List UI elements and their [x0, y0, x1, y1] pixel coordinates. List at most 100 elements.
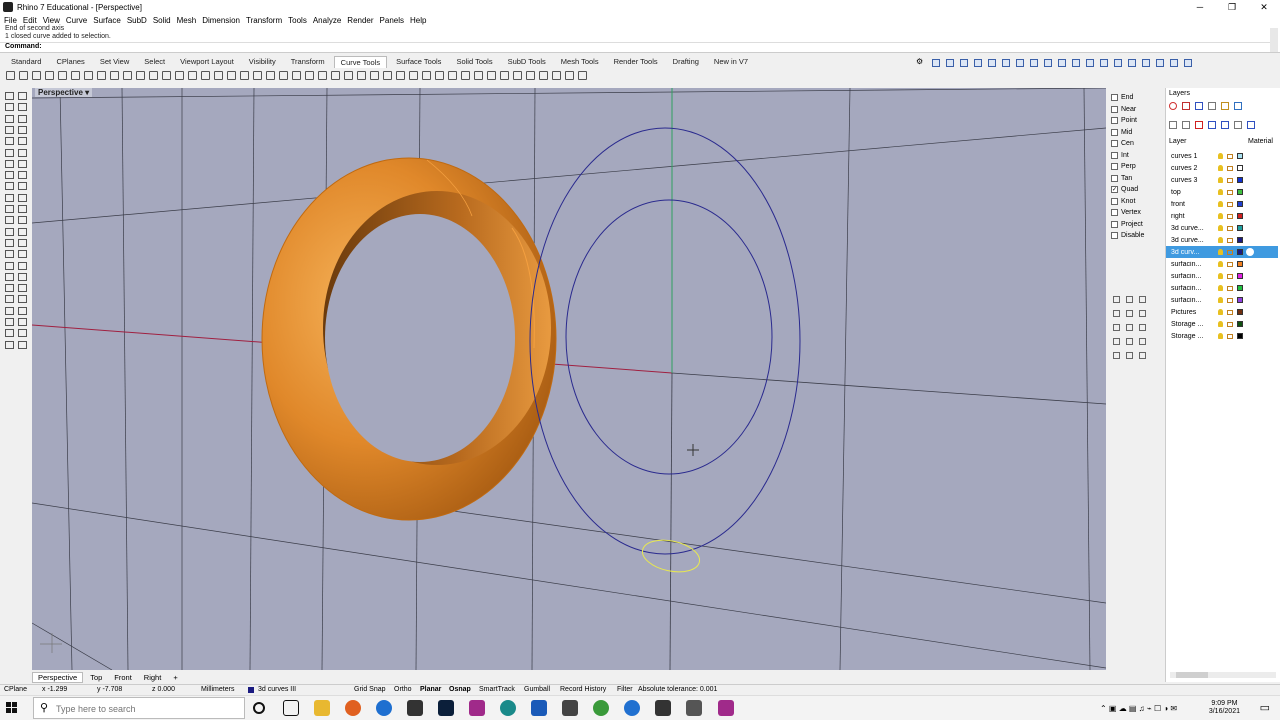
osnap-vertex[interactable]: Vertex — [1111, 209, 1141, 216]
curve-tool-icon[interactable] — [552, 71, 561, 80]
window-icon[interactable] — [1234, 102, 1242, 110]
lock-icon[interactable] — [1227, 274, 1233, 279]
tab-front[interactable]: Front — [109, 673, 137, 682]
osnap-end[interactable]: End — [1111, 94, 1133, 101]
lightbulb-icon[interactable] — [1218, 333, 1223, 339]
tab-surface-tools[interactable]: Surface Tools — [390, 56, 447, 68]
layer-row[interactable]: surfacin... — [1166, 258, 1278, 270]
layer-row[interactable]: top — [1166, 186, 1278, 198]
layer-color-swatch[interactable] — [1237, 201, 1243, 207]
osnap-perp[interactable]: Perp — [1111, 163, 1136, 170]
left-tool-icon[interactable] — [18, 205, 27, 213]
curve-tool-icon[interactable] — [461, 71, 470, 80]
osnap-quad[interactable]: ✓ Quad — [1111, 186, 1138, 193]
photoshop-icon[interactable] — [438, 700, 454, 716]
snap-tool-icon[interactable] — [1139, 324, 1146, 331]
osnap-checkbox[interactable] — [1111, 151, 1118, 159]
layer-row[interactable]: surfacin... — [1166, 282, 1278, 294]
osnap-mid[interactable]: Mid — [1111, 128, 1132, 136]
curve-tool-icon[interactable] — [487, 71, 496, 80]
layer-row[interactable]: curves 2 — [1166, 162, 1278, 174]
curve-tool-icon[interactable] — [6, 71, 15, 80]
grid-snap-toggle[interactable]: Grid Snap — [354, 686, 386, 693]
left-tool-icon[interactable] — [18, 114, 27, 123]
menu-help[interactable]: Help — [410, 16, 426, 25]
layer-row[interactable]: Storage ... — [1166, 330, 1278, 342]
tab-solid-tools[interactable]: Solid Tools — [450, 56, 498, 68]
left-tool-icon[interactable] — [18, 272, 27, 281]
curve-tool-icon[interactable] — [240, 71, 249, 80]
curve-tool-icon[interactable] — [214, 71, 223, 80]
curve-tool-icon[interactable] — [539, 71, 548, 80]
lightbulb-icon[interactable] — [1218, 309, 1223, 315]
chevron-down-icon[interactable]: ▾ — [85, 88, 89, 97]
tab-set-view[interactable]: Set View — [94, 56, 135, 68]
view-tool-icon[interactable] — [1142, 59, 1150, 67]
view-tool-icon[interactable] — [1058, 59, 1066, 67]
tab-perspective[interactable]: Perspective — [32, 671, 84, 683]
curve-tool-icon[interactable] — [305, 71, 314, 80]
left-tool-icon[interactable] — [18, 261, 27, 270]
left-tool-icon[interactable] — [18, 193, 27, 202]
left-tool-icon[interactable] — [5, 216, 14, 225]
snap-tool-icon[interactable] — [1113, 324, 1120, 331]
left-tool-icon[interactable] — [5, 193, 14, 202]
left-tool-icon[interactable] — [18, 227, 27, 236]
left-tool-icon[interactable] — [5, 318, 14, 326]
notification-icon[interactable]: ▭ — [1260, 701, 1270, 714]
firefox-icon[interactable] — [345, 700, 361, 716]
view-tool-icon[interactable] — [1002, 59, 1010, 67]
curve-tool-icon[interactable] — [279, 71, 288, 80]
lock-icon[interactable] — [1227, 214, 1233, 219]
left-tool-icon[interactable] — [18, 103, 27, 112]
left-tool-icon[interactable] — [18, 318, 27, 326]
layers-horizontal-scrollbar[interactable] — [1170, 672, 1276, 678]
layer-row[interactable]: curves 3 — [1166, 174, 1278, 186]
layer-row[interactable]: Storage ... — [1166, 318, 1278, 330]
curve-tool-icon[interactable] — [370, 71, 379, 80]
osnap-near[interactable]: Near — [1111, 105, 1136, 113]
rhino-taskbar-icon[interactable] — [407, 700, 423, 716]
lock-icon[interactable] — [1227, 286, 1233, 291]
tab-top[interactable]: Top — [85, 673, 107, 682]
layer-color-swatch[interactable] — [1237, 177, 1243, 183]
curve-tool-icon[interactable] — [110, 71, 119, 80]
tab-cplanes[interactable]: CPlanes — [50, 56, 90, 68]
curve-tool-icon[interactable] — [253, 71, 262, 80]
snap-tool-icon[interactable] — [1113, 338, 1120, 345]
windows-start-icon[interactable] — [6, 702, 18, 714]
left-tool-icon[interactable] — [5, 329, 14, 338]
lightbulb-icon[interactable] — [1218, 165, 1223, 171]
menu-curve[interactable]: Curve — [66, 16, 87, 25]
snap-tool-icon[interactable] — [1126, 310, 1133, 317]
view-tool-icon[interactable] — [1114, 59, 1122, 67]
view-tool-icon[interactable] — [1170, 59, 1178, 67]
layer-row[interactable]: 3d curv... — [1166, 246, 1278, 258]
cortana-icon[interactable] — [253, 702, 265, 714]
curve-tool-icon[interactable] — [565, 71, 574, 80]
lightbulb-icon[interactable] — [1218, 261, 1223, 267]
left-tool-icon[interactable] — [5, 182, 14, 191]
new-sublayer-icon[interactable] — [1182, 121, 1190, 129]
snap-tool-icon[interactable] — [1139, 296, 1146, 303]
left-tool-icon[interactable] — [18, 295, 27, 304]
taskbar-search-input[interactable] — [56, 703, 236, 715]
left-tool-icon[interactable] — [18, 340, 27, 349]
system-tray-icons[interactable]: ⌃ ▣ ☁ ▤ ♫ ⌁ ☐ ◑ ✉ — [1100, 704, 1177, 713]
gear-icon[interactable]: ⚙ — [916, 57, 923, 66]
osnap-checkbox[interactable] — [1111, 174, 1118, 182]
filter-icon[interactable] — [1247, 121, 1255, 129]
layer-column-header[interactable]: Layer — [1169, 138, 1187, 145]
snap-tool-icon[interactable] — [1139, 310, 1146, 317]
curve-tool-icon[interactable] — [357, 71, 366, 80]
osnap-checkbox[interactable] — [1111, 128, 1118, 136]
curve-tool-icon[interactable] — [58, 71, 67, 80]
osnap-checkbox[interactable] — [1111, 117, 1118, 124]
left-tool-icon[interactable] — [5, 125, 14, 134]
task-view-icon[interactable] — [283, 700, 299, 716]
viewport-title[interactable]: Perspective ▾ — [35, 88, 93, 97]
close-button[interactable]: ✕ — [1248, 0, 1280, 14]
curve-tool-icon[interactable] — [71, 71, 80, 80]
menu-render[interactable]: Render — [347, 16, 373, 25]
osnap-point[interactable]: Point — [1111, 117, 1137, 124]
